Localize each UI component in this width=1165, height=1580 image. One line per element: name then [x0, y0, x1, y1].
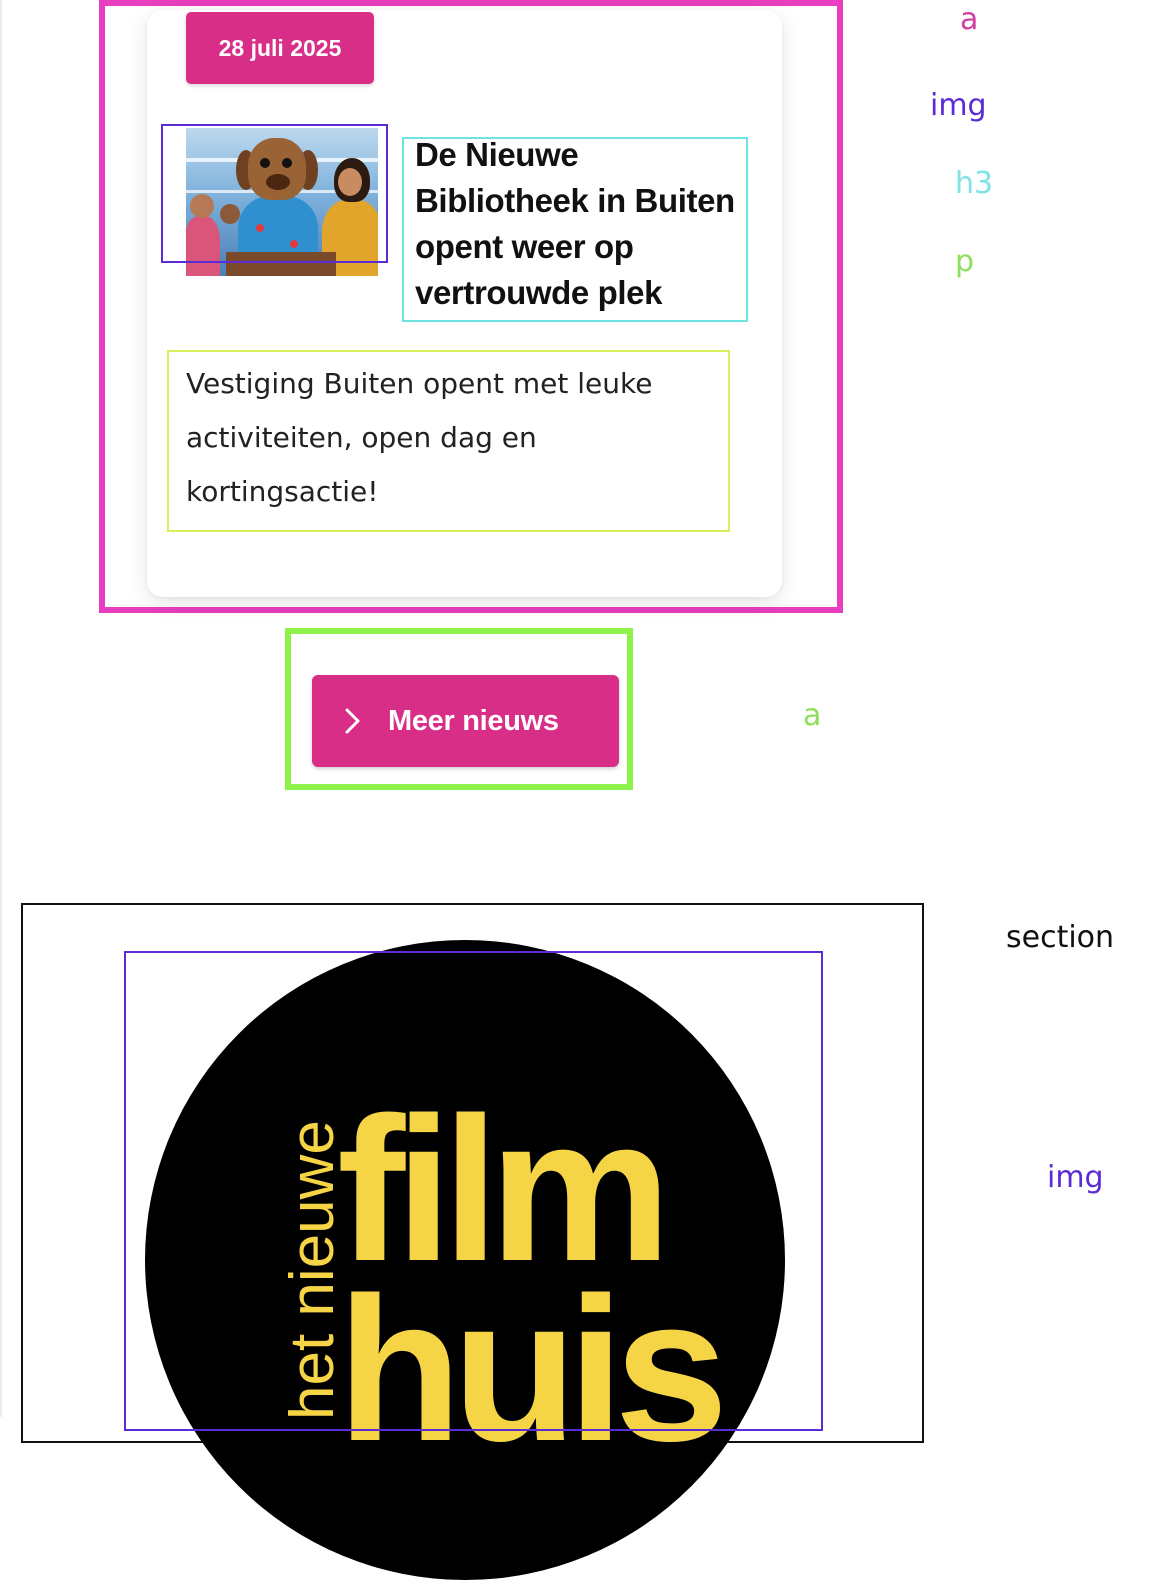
label-section: section	[1006, 920, 1115, 955]
page-left-rule	[0, 0, 2, 1417]
label-h3: h3	[955, 166, 994, 201]
label-a-card: a	[960, 2, 979, 37]
date-badge: 28 juli 2025	[186, 12, 374, 84]
news-summary: Vestiging Buiten opent met leuke activit…	[186, 367, 653, 508]
more-news-button[interactable]: Meer nieuws	[312, 675, 619, 767]
label-img-logo: img	[1047, 1160, 1104, 1195]
label-p: p	[955, 244, 975, 279]
chevron-right-icon	[345, 708, 360, 734]
label-a-more: a	[803, 698, 822, 733]
news-thumbnail-image	[186, 128, 378, 276]
label-img-thumb: img	[930, 88, 987, 123]
logo-text-huis: huis	[337, 1255, 720, 1484]
more-news-label: Meer nieuws	[388, 704, 559, 737]
filmhuis-logo-image[interactable]: het nieuwe film huis	[145, 940, 785, 1580]
news-headline[interactable]: De Nieuwe Bibliotheek in Buiten opent we…	[415, 132, 745, 316]
